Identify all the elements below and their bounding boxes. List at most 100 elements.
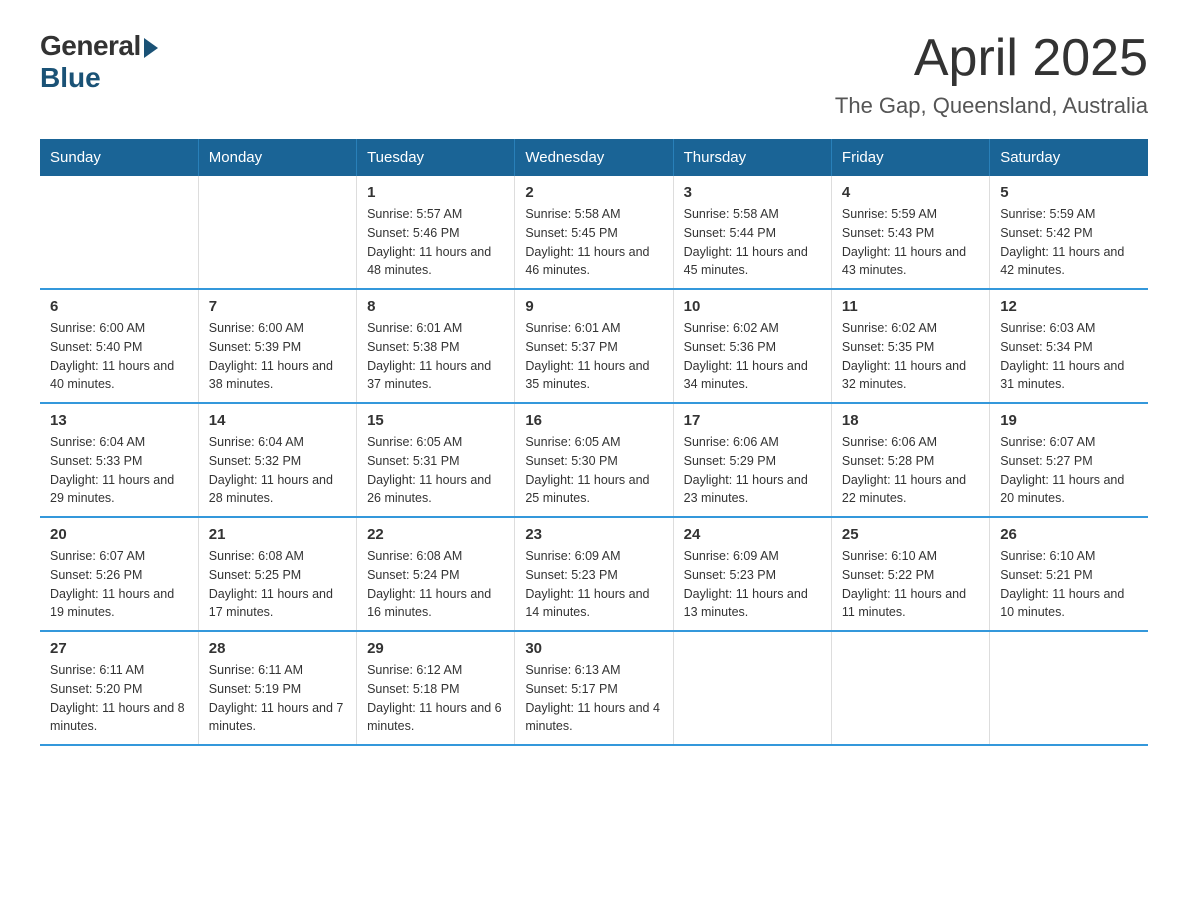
calendar-header: SundayMondayTuesdayWednesdayThursdayFrid…	[40, 139, 1148, 176]
day-info: Sunrise: 5:58 AMSunset: 5:44 PMDaylight:…	[684, 205, 821, 280]
day-info: Sunrise: 6:11 AMSunset: 5:20 PMDaylight:…	[50, 661, 188, 736]
day-info: Sunrise: 6:11 AMSunset: 5:19 PMDaylight:…	[209, 661, 346, 736]
day-info: Sunrise: 6:00 AMSunset: 5:39 PMDaylight:…	[209, 319, 346, 394]
day-number: 30	[525, 640, 662, 657]
calendar-cell: 6 Sunrise: 6:00 AMSunset: 5:40 PMDaylight…	[40, 289, 198, 403]
day-number: 8	[367, 298, 504, 315]
calendar-cell: 17 Sunrise: 6:06 AMSunset: 5:29 PMDayligh…	[673, 403, 831, 517]
day-number: 17	[684, 412, 821, 429]
calendar-cell: 9 Sunrise: 6:01 AMSunset: 5:37 PMDaylight…	[515, 289, 673, 403]
day-info: Sunrise: 6:05 AMSunset: 5:30 PMDaylight:…	[525, 433, 662, 508]
calendar-cell: 10 Sunrise: 6:02 AMSunset: 5:36 PMDayligh…	[673, 289, 831, 403]
day-number: 15	[367, 412, 504, 429]
day-number: 13	[50, 412, 188, 429]
calendar-week-row: 27Sunrise: 6:11 AMSunset: 5:20 PMDayligh…	[40, 631, 1148, 745]
calendar-cell	[673, 631, 831, 745]
day-info: Sunrise: 6:02 AMSunset: 5:36 PMDaylight:…	[684, 319, 821, 394]
day-number: 7	[209, 298, 346, 315]
day-info: Sunrise: 6:04 AMSunset: 5:32 PMDaylight:…	[209, 433, 346, 508]
day-info: Sunrise: 6:08 AMSunset: 5:24 PMDaylight:…	[367, 547, 504, 622]
calendar-cell: 5 Sunrise: 5:59 AMSunset: 5:42 PMDaylight…	[990, 176, 1148, 289]
day-info: Sunrise: 6:02 AMSunset: 5:35 PMDaylight:…	[842, 319, 979, 394]
calendar-week-row: 13Sunrise: 6:04 AMSunset: 5:33 PMDayligh…	[40, 403, 1148, 517]
day-info: Sunrise: 6:09 AMSunset: 5:23 PMDaylight:…	[525, 547, 662, 622]
day-number: 5	[1000, 184, 1138, 201]
day-info: Sunrise: 6:00 AMSunset: 5:40 PMDaylight:…	[50, 319, 188, 394]
calendar-cell: 25 Sunrise: 6:10 AMSunset: 5:22 PMDayligh…	[831, 517, 989, 631]
calendar-day-header: Saturday	[990, 139, 1148, 176]
calendar-cell: 12Sunrise: 6:03 AMSunset: 5:34 PMDayligh…	[990, 289, 1148, 403]
page-subtitle: The Gap, Queensland, Australia	[835, 93, 1148, 119]
day-info: Sunrise: 6:06 AMSunset: 5:29 PMDaylight:…	[684, 433, 821, 508]
calendar-cell: 7 Sunrise: 6:00 AMSunset: 5:39 PMDaylight…	[198, 289, 356, 403]
day-info: Sunrise: 6:10 AMSunset: 5:22 PMDaylight:…	[842, 547, 979, 622]
calendar-cell: 4 Sunrise: 5:59 AMSunset: 5:43 PMDaylight…	[831, 176, 989, 289]
day-number: 10	[684, 298, 821, 315]
day-number: 28	[209, 640, 346, 657]
logo-arrow-icon	[144, 38, 158, 58]
day-number: 2	[525, 184, 662, 201]
calendar-cell: 3 Sunrise: 5:58 AMSunset: 5:44 PMDaylight…	[673, 176, 831, 289]
day-number: 16	[525, 412, 662, 429]
calendar-cell: 26Sunrise: 6:10 AMSunset: 5:21 PMDayligh…	[990, 517, 1148, 631]
day-number: 23	[525, 526, 662, 543]
day-info: Sunrise: 5:59 AMSunset: 5:42 PMDaylight:…	[1000, 205, 1138, 280]
calendar-cell: 14 Sunrise: 6:04 AMSunset: 5:32 PMDayligh…	[198, 403, 356, 517]
calendar-cell: 24Sunrise: 6:09 AMSunset: 5:23 PMDayligh…	[673, 517, 831, 631]
day-number: 20	[50, 526, 188, 543]
calendar-cell: 18 Sunrise: 6:06 AMSunset: 5:28 PMDayligh…	[831, 403, 989, 517]
day-info: Sunrise: 6:07 AMSunset: 5:26 PMDaylight:…	[50, 547, 188, 622]
calendar-cell: 13Sunrise: 6:04 AMSunset: 5:33 PMDayligh…	[40, 403, 198, 517]
day-info: Sunrise: 6:06 AMSunset: 5:28 PMDaylight:…	[842, 433, 979, 508]
day-info: Sunrise: 5:59 AMSunset: 5:43 PMDaylight:…	[842, 205, 979, 280]
calendar-cell: 20 Sunrise: 6:07 AMSunset: 5:26 PMDayligh…	[40, 517, 198, 631]
day-number: 6	[50, 298, 188, 315]
day-number: 14	[209, 412, 346, 429]
calendar-cell: 11 Sunrise: 6:02 AMSunset: 5:35 PMDayligh…	[831, 289, 989, 403]
calendar-cell: 1Sunrise: 5:57 AMSunset: 5:46 PMDaylight…	[357, 176, 515, 289]
day-info: Sunrise: 6:08 AMSunset: 5:25 PMDaylight:…	[209, 547, 346, 622]
calendar-cell: 21 Sunrise: 6:08 AMSunset: 5:25 PMDayligh…	[198, 517, 356, 631]
calendar-cell: 8 Sunrise: 6:01 AMSunset: 5:38 PMDaylight…	[357, 289, 515, 403]
calendar-cell	[831, 631, 989, 745]
calendar-cell: 27Sunrise: 6:11 AMSunset: 5:20 PMDayligh…	[40, 631, 198, 745]
day-info: Sunrise: 6:05 AMSunset: 5:31 PMDaylight:…	[367, 433, 504, 508]
day-info: Sunrise: 6:01 AMSunset: 5:38 PMDaylight:…	[367, 319, 504, 394]
day-number: 9	[525, 298, 662, 315]
logo-blue-text: Blue	[40, 62, 101, 94]
day-info: Sunrise: 6:09 AMSunset: 5:23 PMDaylight:…	[684, 547, 821, 622]
day-info: Sunrise: 6:01 AMSunset: 5:37 PMDaylight:…	[525, 319, 662, 394]
day-info: Sunrise: 6:07 AMSunset: 5:27 PMDaylight:…	[1000, 433, 1138, 508]
calendar-body: 1Sunrise: 5:57 AMSunset: 5:46 PMDaylight…	[40, 176, 1148, 745]
calendar-cell: 16 Sunrise: 6:05 AMSunset: 5:30 PMDayligh…	[515, 403, 673, 517]
calendar-day-header: Thursday	[673, 139, 831, 176]
day-number: 21	[209, 526, 346, 543]
page-header: General Blue April 2025 The Gap, Queensl…	[40, 30, 1148, 119]
day-number: 19	[1000, 412, 1138, 429]
day-info: Sunrise: 5:58 AMSunset: 5:45 PMDaylight:…	[525, 205, 662, 280]
calendar-week-row: 1Sunrise: 5:57 AMSunset: 5:46 PMDaylight…	[40, 176, 1148, 289]
day-number: 4	[842, 184, 979, 201]
logo: General Blue	[40, 30, 158, 94]
day-number: 11	[842, 298, 979, 315]
calendar-cell: 2 Sunrise: 5:58 AMSunset: 5:45 PMDaylight…	[515, 176, 673, 289]
calendar-cell	[40, 176, 198, 289]
day-info: Sunrise: 6:03 AMSunset: 5:34 PMDaylight:…	[1000, 319, 1138, 394]
calendar-cell	[990, 631, 1148, 745]
calendar-day-header: Wednesday	[515, 139, 673, 176]
day-number: 3	[684, 184, 821, 201]
calendar-cell: 22 Sunrise: 6:08 AMSunset: 5:24 PMDayligh…	[357, 517, 515, 631]
day-info: Sunrise: 6:12 AMSunset: 5:18 PMDaylight:…	[367, 661, 504, 736]
logo-general-text: General	[40, 30, 141, 62]
day-number: 22	[367, 526, 504, 543]
day-number: 1	[367, 184, 504, 201]
calendar-week-row: 6 Sunrise: 6:00 AMSunset: 5:40 PMDaylight…	[40, 289, 1148, 403]
day-number: 18	[842, 412, 979, 429]
calendar-day-header: Monday	[198, 139, 356, 176]
day-number: 25	[842, 526, 979, 543]
day-number: 26	[1000, 526, 1138, 543]
page-title: April 2025	[835, 30, 1148, 87]
calendar-cell: 19 Sunrise: 6:07 AMSunset: 5:27 PMDayligh…	[990, 403, 1148, 517]
day-number: 29	[367, 640, 504, 657]
calendar-header-row: SundayMondayTuesdayWednesdayThursdayFrid…	[40, 139, 1148, 176]
